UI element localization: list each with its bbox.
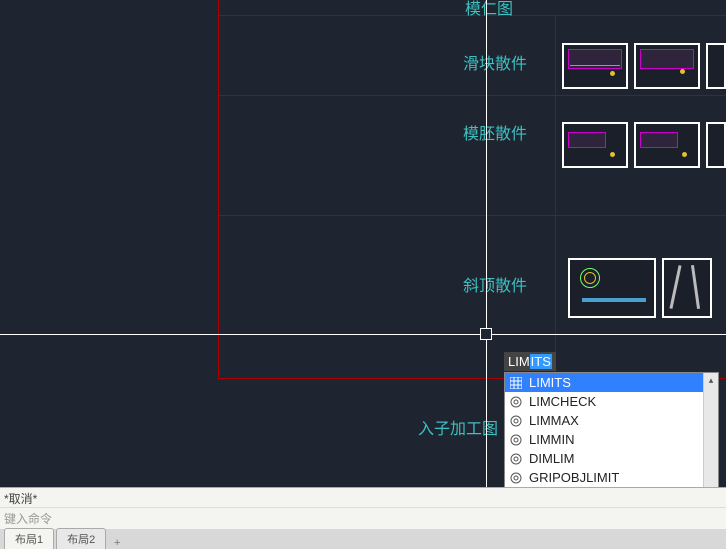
gear-icon (509, 414, 523, 428)
section-label: 斜顶散件 (463, 272, 527, 296)
gear-icon (509, 395, 523, 409)
drawing-thumbnail[interactable] (562, 43, 628, 89)
layout-tab-bar: 布局1 布局2 + (0, 529, 726, 549)
command-panel: *取消* 键入命令 (0, 487, 726, 529)
drawing-thumbnail[interactable] (568, 258, 656, 318)
autocomplete-item[interactable]: LIMMAX (505, 411, 718, 430)
gear-icon (509, 471, 523, 485)
crosshair-vertical (486, 0, 487, 490)
autocomplete-label: LIMMIN (529, 432, 575, 447)
grid-line (218, 215, 726, 216)
command-input-popup[interactable]: LIMITS (504, 352, 556, 371)
gear-icon (509, 452, 523, 466)
gear-icon (509, 433, 523, 447)
section-label: 模胚散件 (463, 120, 527, 144)
autocomplete-label: LIMCHECK (529, 394, 596, 409)
autocomplete-item[interactable]: LIMMIN (505, 430, 718, 449)
autocomplete-label: GRIPOBJLIMIT (529, 470, 619, 485)
drawing-thumbnail[interactable] (706, 43, 726, 89)
cursor-pickbox (480, 328, 492, 340)
autocomplete-item[interactable]: GRIPOBJLIMIT (505, 468, 718, 487)
autocomplete-item[interactable]: LIMCHECK (505, 392, 718, 411)
add-layout-button[interactable]: + (108, 537, 126, 549)
command-history-line: *取消* (0, 488, 726, 508)
grid-line (555, 15, 556, 380)
grid-line (218, 0, 219, 380)
input-completion: ITS (530, 354, 552, 369)
drawing-thumbnail[interactable] (562, 122, 628, 168)
autocomplete-label: DIMLIM (529, 451, 575, 466)
input-typed: LIM (508, 354, 530, 369)
scroll-up-arrow[interactable]: ▴ (704, 373, 718, 388)
autocomplete-label: LIMMAX (529, 413, 579, 428)
drawing-thumbnail[interactable] (706, 122, 726, 168)
command-input[interactable]: 键入命令 (0, 508, 726, 528)
crosshair-horizontal (0, 334, 726, 335)
drawing-thumbnail[interactable] (634, 43, 700, 89)
autocomplete-item[interactable]: DIMLIM (505, 449, 718, 468)
layout-tab[interactable]: 布局2 (56, 528, 106, 549)
autocomplete-label: LIMITS (529, 375, 571, 390)
section-label: 滑块散件 (463, 50, 527, 74)
grid-line (218, 95, 726, 96)
scrollbar[interactable]: ▴ ▾ (703, 373, 718, 505)
autocomplete-item[interactable]: LIMITS (505, 373, 718, 392)
layout-tab[interactable]: 布局1 (4, 528, 54, 549)
autocomplete-dropdown: LIMITS LIMCHECK LIMMAX LIMMIN DIMLIM GRI… (504, 372, 719, 506)
drawing-thumbnail[interactable] (634, 122, 700, 168)
drawing-thumbnail[interactable] (662, 258, 712, 318)
section-label: 模仁图 (465, 0, 513, 19)
grid-icon (509, 376, 523, 390)
